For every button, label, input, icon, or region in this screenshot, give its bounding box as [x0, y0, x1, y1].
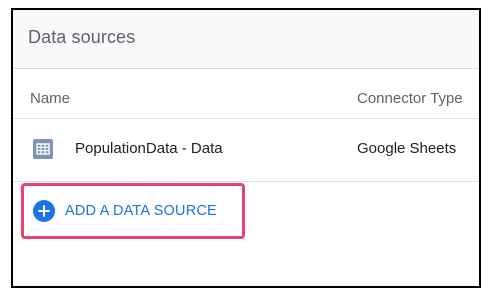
data-source-row[interactable]: PopulationData - Data Google Sheets	[13, 119, 479, 181]
highlight-box: ADD A DATA SOURCE	[21, 183, 245, 239]
add-data-source-button[interactable]: ADD A DATA SOURCE	[33, 200, 217, 222]
row-divider	[13, 181, 479, 182]
column-header-connector-type[interactable]: Connector Type	[357, 90, 463, 107]
panel-title: Data sources	[28, 27, 136, 47]
sheets-table-icon	[33, 139, 53, 159]
data-sources-panel: Data sources Name Connector Type Populat…	[11, 8, 481, 288]
add-data-source-label: ADD A DATA SOURCE	[65, 203, 217, 219]
data-source-connector-type: Google Sheets	[357, 140, 457, 157]
column-header-name[interactable]: Name	[30, 90, 70, 107]
add-circle-icon	[33, 200, 55, 222]
data-source-name[interactable]: PopulationData - Data	[75, 140, 223, 157]
panel-header: Data sources	[13, 10, 479, 69]
